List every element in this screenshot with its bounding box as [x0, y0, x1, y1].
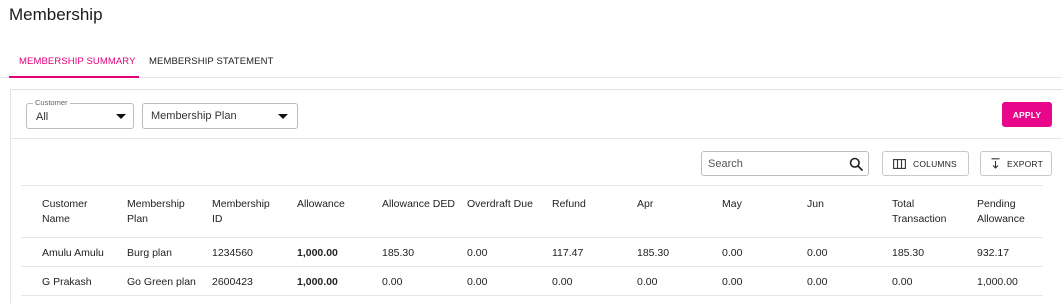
chevron-down-icon	[116, 114, 126, 119]
cell-allowance-ded: 0.00	[382, 276, 403, 288]
export-icon	[991, 158, 1000, 169]
column-header-membership-plan[interactable]: Membership Plan	[127, 197, 185, 227]
cell-allowance-ded: 185.30	[382, 247, 415, 259]
membership-table: Customer Name Membership Plan Membership ID Al…	[21, 185, 1043, 296]
customer-select-label: Customer	[33, 98, 70, 107]
cell-pending-allowance: 1,000.00	[977, 276, 1018, 288]
search-input[interactable]	[708, 156, 838, 171]
table-header-row: Customer Name Membership Plan Membership ID Al…	[21, 186, 1043, 238]
membership-plan-select[interactable]: Membership Plan	[142, 103, 298, 129]
cell-jun: 0.00	[807, 247, 828, 259]
cell-membership-plan: Go Green plan	[127, 276, 196, 288]
cell-allowance: 1,000.00	[297, 276, 338, 288]
cell-membership-id: 2600423	[212, 276, 253, 288]
column-header-customer-name[interactable]: Customer Name	[42, 197, 88, 227]
chevron-down-icon	[278, 114, 288, 119]
cell-refund: 0.00	[552, 276, 573, 288]
cell-total-transaction: 185.30	[892, 247, 925, 259]
cell-pending-allowance: 932.17	[977, 247, 1010, 259]
cell-allowance: 1,000.00	[297, 247, 338, 259]
table-row: G Prakash Go Green plan 2600423 1,000.00 0.0…	[21, 267, 1043, 296]
cell-apr: 185.30	[637, 247, 670, 259]
column-header-refund[interactable]: Refund	[552, 197, 586, 212]
columns-button-label: COLUMNS	[913, 158, 957, 169]
column-header-jun[interactable]: Jun	[807, 197, 824, 212]
filter-bar: Customer All Membership Plan APPLY	[11, 90, 1062, 139]
column-header-membership-id[interactable]: Membership ID	[212, 197, 270, 227]
cell-apr: 0.00	[637, 276, 658, 288]
apply-button[interactable]: APPLY	[1002, 102, 1052, 127]
customer-select[interactable]: Customer All	[26, 98, 134, 129]
membership-plan-select-value: Membership Plan	[151, 110, 237, 122]
column-header-allowance-ded[interactable]: Allowance DED	[382, 197, 455, 212]
cell-jun: 0.00	[807, 276, 828, 288]
cell-refund: 117.47	[552, 247, 584, 259]
columns-button[interactable]: COLUMNS	[882, 151, 969, 176]
cell-overdraft-due: 0.00	[467, 276, 488, 288]
search-icon[interactable]	[849, 157, 863, 171]
tab-membership-statement[interactable]: MEMBERSHIP STATEMENT	[149, 56, 273, 67]
tab-membership-summary[interactable]: MEMBERSHIP SUMMARY	[19, 56, 136, 67]
column-header-apr[interactable]: Apr	[637, 197, 653, 212]
column-header-overdraft-due[interactable]: Overdraft Due	[467, 197, 533, 212]
active-tab-indicator	[9, 76, 139, 78]
summary-panel: Customer All Membership Plan APPLY COLUM…	[10, 89, 1062, 303]
table-row: Amulu Amulu Burg plan 1234560 1,000.00 185.3…	[21, 238, 1043, 267]
column-header-total-transaction[interactable]: Total Transaction	[892, 197, 946, 227]
column-header-pending-allowance[interactable]: Pending Allowance	[977, 197, 1025, 227]
column-header-may[interactable]: May	[722, 197, 742, 212]
columns-icon	[893, 158, 906, 169]
cell-overdraft-due: 0.00	[467, 247, 488, 259]
export-button-label: EXPORT	[1007, 158, 1043, 169]
cell-membership-plan: Burg plan	[127, 247, 172, 259]
cell-may: 0.00	[722, 247, 743, 259]
customer-select-value: All	[36, 111, 49, 123]
cell-may: 0.00	[722, 276, 743, 288]
page-title: Membership	[9, 5, 103, 24]
search-box	[701, 151, 869, 176]
column-header-allowance[interactable]: Allowance	[297, 197, 345, 212]
cell-membership-id: 1234560	[212, 247, 253, 259]
cell-customer-name: Amulu Amulu	[42, 247, 104, 259]
cell-customer-name: G Prakash	[42, 276, 92, 288]
cell-total-transaction: 0.00	[892, 276, 913, 288]
export-button[interactable]: EXPORT	[980, 151, 1052, 176]
tab-bar: MEMBERSHIP SUMMARY MEMBERSHIP STATEMENT	[0, 48, 1062, 78]
